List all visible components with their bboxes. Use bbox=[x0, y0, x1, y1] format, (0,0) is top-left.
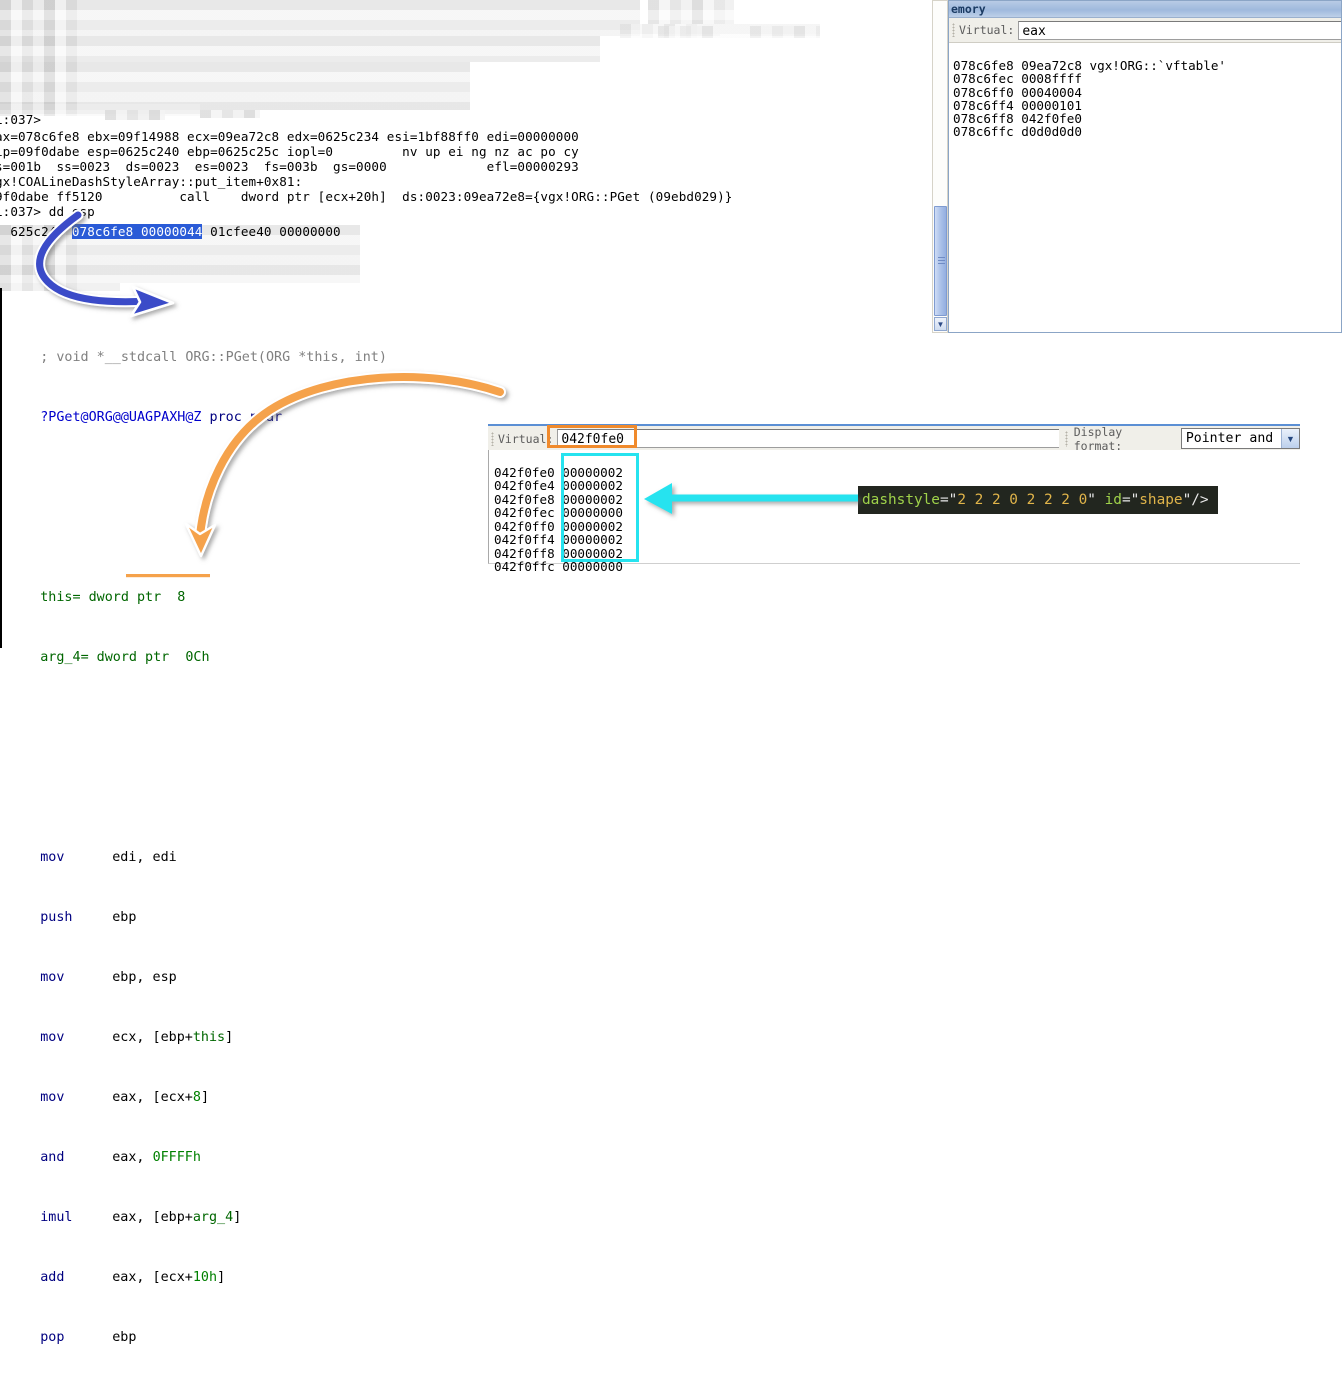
instruction-row[interactable]: pop ebp bbox=[2, 1308, 484, 1345]
callout-mid: " bbox=[1087, 492, 1105, 508]
callout-attribute-name: dashstyle bbox=[862, 492, 940, 508]
debugger-console-line-symbol: gx!COALineDashStyleArray::put_item+0x81: bbox=[0, 174, 303, 189]
redacted-region-top-middle bbox=[0, 36, 600, 62]
instruction-row[interactable]: mov eax, [ecx+8] bbox=[2, 1068, 484, 1105]
memory-window-toolbar[interactable]: Virtual: eax bbox=[949, 18, 1341, 43]
instruction-operands: ebp, esp bbox=[112, 970, 177, 985]
disassembly-blank-2 bbox=[2, 508, 484, 528]
memory-window-title: emory bbox=[949, 1, 1341, 18]
redacted-region-top-strip-d bbox=[750, 26, 820, 38]
debugger-console-line-segments: s=001b ss=0023 ds=0023 es=0023 fs=003b g… bbox=[0, 159, 579, 174]
memory-window-bottom-toolbar[interactable]: Virtual: 042f0fe0 Display format: Pointe… bbox=[488, 424, 1300, 453]
code-snippet-callout: dashstyle =" 2 2 2 0 2 2 2 0 " id =" shape "/> bbox=[858, 486, 1218, 514]
callout-attribute-name-2: id bbox=[1104, 492, 1122, 508]
var-name-arg4: arg_4 bbox=[40, 650, 81, 665]
disassembly-comment: ; void *__stdcall ORG::PGet(ORG *this, i… bbox=[40, 350, 387, 365]
stack-row-highlighted-value[interactable]: 078c6fe8 00000044 bbox=[71, 224, 203, 240]
redacted-region-mid-bar-3 bbox=[200, 110, 260, 118]
virtual-address-label: Virtual: bbox=[958, 23, 1015, 37]
virtual-address-input[interactable]: eax bbox=[1018, 20, 1341, 40]
disassembly-var-this: this= dword ptr 8 bbox=[2, 568, 484, 605]
redacted-region-mid-bar-2 bbox=[105, 110, 165, 120]
redacted-region-top-left bbox=[0, 0, 640, 36]
instruction-mnemonic: add bbox=[40, 1270, 65, 1285]
debugger-console-line-prompt: 1:037> bbox=[0, 112, 42, 127]
instruction-mnemonic: mov bbox=[40, 970, 65, 985]
instruction-operands: eax, [ecx+8] bbox=[112, 1090, 209, 1105]
disassembly-blank-1 bbox=[2, 448, 484, 468]
stack-row-remaining-values: 01cfee40 00000000 bbox=[202, 224, 341, 240]
callout-equals-2: =" bbox=[1121, 492, 1140, 508]
instruction-row[interactable]: and eax, 0FFFFh bbox=[2, 1128, 484, 1165]
callout-attribute-value: 2 2 2 0 2 2 2 0 bbox=[957, 492, 1088, 508]
instruction-mnemonic: mov bbox=[40, 1030, 65, 1045]
memory-row-value: 00000000 bbox=[562, 559, 623, 574]
toolbar-grip-icon bbox=[491, 431, 494, 446]
debugger-console-line-stack-dump: 625c240 078c6fe8 00000044 01cfee40 00000… bbox=[0, 209, 341, 240]
instruction-mnemonic: mov bbox=[40, 850, 65, 865]
instruction-operands: ebp bbox=[112, 1330, 137, 1345]
memory-window-top[interactable]: emory Virtual: eax 078c6fe8 09ea72c8 vgx… bbox=[948, 0, 1342, 333]
disassembly-proc-header: ?PGet@ORG@@UAGPAXH@Z proc near bbox=[2, 388, 484, 425]
callout-attribute-value-2: shape bbox=[1139, 492, 1183, 508]
toolbar-grip-icon bbox=[952, 23, 955, 37]
debugger-console-line-call: 9f0dabe ff5120 call dword ptr [ecx+20h] … bbox=[0, 189, 733, 204]
redacted-region-mid-left bbox=[0, 62, 470, 110]
redacted-region-top-strip-a bbox=[648, 0, 734, 24]
virtual-address-input[interactable]: 042f0fe0 bbox=[557, 429, 1059, 448]
scroll-down-button[interactable]: ▼ bbox=[934, 317, 947, 331]
debugger-console-line-registers-1: ax=078c6fe8 ebx=09f14988 ecx=09ea72c8 ed… bbox=[0, 129, 579, 144]
memory-row-value: d0d0d0d0 bbox=[1021, 124, 1082, 140]
proc-keyword: proc near bbox=[201, 410, 283, 425]
disassembly-var-arg4: arg_4= dword ptr 0Ch bbox=[2, 628, 484, 665]
instruction-operands: ecx, [ebp+this] bbox=[112, 1030, 234, 1045]
instruction-row[interactable]: mov ecx, [ebp+this] bbox=[2, 1008, 484, 1045]
instruction-row[interactable]: imul eax, [ebp+arg_4] bbox=[2, 1188, 484, 1225]
memory-row: 042f0ffc 00000000 bbox=[494, 559, 623, 574]
display-format-select[interactable]: Pointer and ▼ bbox=[1180, 428, 1300, 449]
callout-tail: "/> bbox=[1182, 492, 1209, 508]
disassembly-blank-3 bbox=[2, 688, 484, 708]
instruction-row-highlighted[interactable]: add eax, [ecx+10h] bbox=[2, 1248, 484, 1285]
instruction-operands: eax, [ecx+10h] bbox=[112, 1270, 226, 1285]
instruction-operands: edi, edi bbox=[112, 850, 177, 865]
var-name-this: this bbox=[40, 590, 73, 605]
disassembly-blank-4 bbox=[2, 748, 484, 768]
proc-symbol-name: ?PGet@ORG@@UAGPAXH@Z bbox=[40, 410, 202, 425]
instruction-mnemonic: mov bbox=[40, 1090, 65, 1105]
scrollbar-thumb[interactable] bbox=[934, 206, 947, 316]
chevron-down-icon[interactable]: ▼ bbox=[1281, 429, 1299, 448]
var-decl-arg4: = dword ptr 0Ch bbox=[80, 650, 210, 665]
memory-row: 078c6ffc d0d0d0d0 bbox=[953, 124, 1082, 139]
instruction-row[interactable]: mov edi, edi bbox=[2, 828, 484, 865]
instruction-mnemonic: and bbox=[40, 1150, 65, 1165]
instruction-mnemonic: push bbox=[40, 910, 73, 925]
memory-dump-rows: 078c6fe8 09ea72c8 vgx!ORG::`vftable' 078… bbox=[949, 43, 1341, 152]
callout-equals: =" bbox=[939, 492, 958, 508]
display-format-value: Pointer and bbox=[1185, 431, 1274, 446]
toolbar-separator-grip-icon bbox=[1064, 430, 1068, 447]
stack-row-address: 625c240 bbox=[10, 224, 72, 240]
instruction-row[interactable]: push ebp bbox=[2, 888, 484, 925]
display-format-label: Display format: bbox=[1073, 424, 1123, 453]
instruction-row[interactable]: mov ebp, esp bbox=[2, 948, 484, 985]
memory-window-scrollbar[interactable]: ▼ bbox=[932, 0, 948, 333]
debugger-console-line-registers-2: ip=09f0dabe esp=0625c240 ebp=0625c25c io… bbox=[0, 144, 579, 159]
scrollbar-thumb-grip bbox=[938, 257, 945, 264]
memory-row-address: 042f0ffc bbox=[494, 559, 555, 574]
instruction-operands: ebp bbox=[112, 910, 137, 925]
var-decl-this: = dword ptr 8 bbox=[72, 590, 186, 605]
virtual-address-label: Virtual: bbox=[497, 431, 554, 446]
instruction-operands: eax, 0FFFFh bbox=[112, 1150, 201, 1165]
instruction-mnemonic: imul bbox=[40, 1210, 73, 1225]
memory-row-symbol: vgx!ORG::`vftable' bbox=[1089, 58, 1227, 74]
instruction-row[interactable]: retn8 bbox=[2, 1368, 484, 1374]
redacted-region-top-strip-c bbox=[658, 26, 720, 38]
instruction-mnemonic: pop bbox=[40, 1330, 65, 1345]
instruction-operands: eax, [ebp+arg_4] bbox=[112, 1210, 242, 1225]
disassembly-pane[interactable]: ; void *__stdcall ORG::PGet(ORG *this, i… bbox=[0, 288, 484, 1345]
memory-row-address: 078c6ffc bbox=[953, 124, 1014, 140]
